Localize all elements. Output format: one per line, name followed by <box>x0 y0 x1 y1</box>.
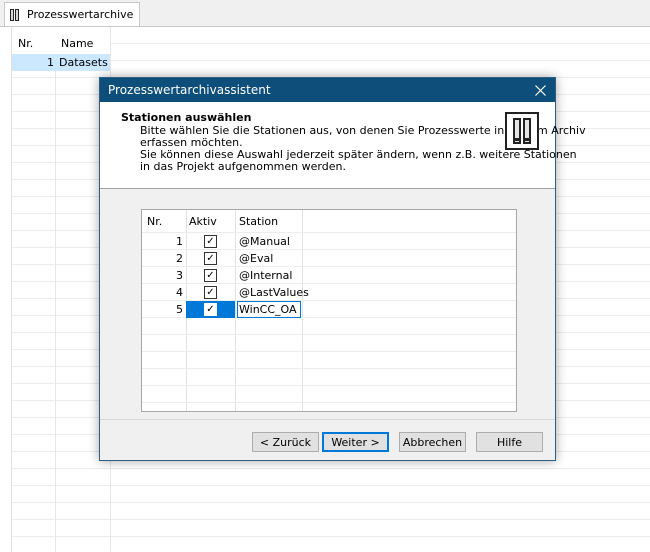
tab-strip: Prozesswertarchive <box>0 0 650 27</box>
checkmark-icon: ✓ <box>206 235 215 247</box>
next-button[interactable]: Weiter > <box>322 432 389 452</box>
step-heading: Stationen auswählen <box>121 111 252 124</box>
column-header-name[interactable]: Name <box>61 37 93 50</box>
checkmark-icon: ✓ <box>206 303 215 315</box>
station-name: @LastValues <box>239 286 309 299</box>
station-name: @Manual <box>239 235 290 248</box>
step-description: Bitte wählen Sie die Stationen aus, von … <box>140 125 586 173</box>
archive-row-nr: 1 <box>47 56 54 69</box>
wizard-header: Stationen auswählen Bitte wählen Sie die… <box>100 102 586 189</box>
station-row[interactable]: 2 ✓ @Eval <box>142 250 516 267</box>
cancel-button[interactable]: Abbrechen <box>399 432 466 452</box>
row-header-gutter <box>0 27 12 552</box>
tab-label: Prozesswertarchive <box>27 8 134 21</box>
station-nr: 3 <box>176 269 183 282</box>
station-name: WinCC_OA <box>239 303 297 316</box>
station-row[interactable]: 4 ✓ @LastValues <box>142 284 516 301</box>
aktiv-checkbox[interactable]: ✓ <box>204 303 217 316</box>
station-nr: 1 <box>176 235 183 248</box>
dialog-titlebar[interactable]: Prozesswertarchivassistent <box>100 78 555 102</box>
station-table-header: Nr. Aktiv Station <box>142 210 516 232</box>
checkmark-icon: ✓ <box>206 252 215 264</box>
checkmark-icon: ✓ <box>206 286 215 298</box>
help-button[interactable]: Hilfe <box>476 432 543 452</box>
archive-icon <box>9 8 23 22</box>
archive-row[interactable]: 1 Datasets <box>12 54 110 71</box>
aktiv-checkbox[interactable]: ✓ <box>204 252 217 265</box>
archive-row-name: Datasets <box>59 56 108 69</box>
station-nr: 4 <box>176 286 183 299</box>
close-icon <box>534 84 546 96</box>
station-name: @Eval <box>239 252 274 265</box>
station-row[interactable]: 3 ✓ @Internal <box>142 267 516 284</box>
column-divider <box>55 27 56 552</box>
column-header-aktiv[interactable]: Aktiv <box>189 215 217 228</box>
wizard-dialog: Prozesswertarchivassistent Stationen aus… <box>99 77 586 461</box>
column-header-nr[interactable]: Nr. <box>147 215 162 228</box>
column-header-station[interactable]: Station <box>239 215 278 228</box>
station-nr: 5 <box>176 303 183 316</box>
description-line: in das Projekt aufgenommen werden. <box>140 160 346 173</box>
station-table: Nr. Aktiv Station 1 ✓ @Manual 2 ✓ @Eval … <box>141 209 517 412</box>
aktiv-checkbox[interactable]: ✓ <box>204 286 217 299</box>
station-nr: 2 <box>176 252 183 265</box>
station-name: @Internal <box>239 269 293 282</box>
close-button[interactable] <box>525 78 555 102</box>
archive-icon <box>505 112 539 150</box>
tab-prozesswertarchive[interactable]: Prozesswertarchive <box>4 2 141 26</box>
footer-separator <box>100 419 555 420</box>
aktiv-checkbox[interactable]: ✓ <box>204 269 217 282</box>
station-row[interactable]: 1 ✓ @Manual <box>142 233 516 250</box>
dialog-title: Prozesswertarchivassistent <box>108 83 271 97</box>
checkmark-icon: ✓ <box>206 269 215 281</box>
column-header-nr[interactable]: Nr. <box>18 37 33 50</box>
station-row-selected[interactable]: 5 ✓ WinCC_OA <box>142 301 516 318</box>
back-button[interactable]: < Zurück <box>252 432 319 452</box>
aktiv-checkbox[interactable]: ✓ <box>204 235 217 248</box>
